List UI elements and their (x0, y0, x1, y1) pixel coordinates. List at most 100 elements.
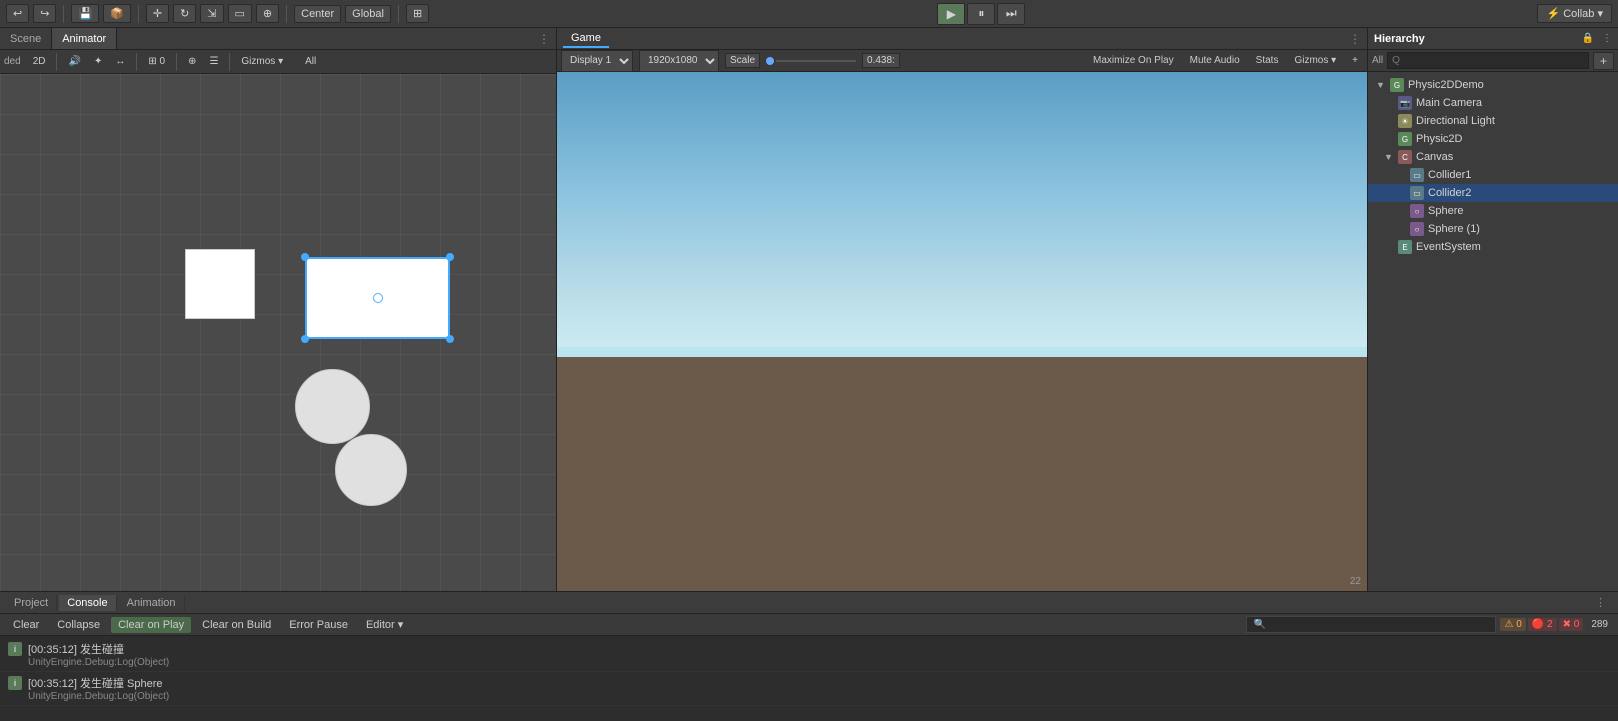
toolbar-sep-1 (63, 5, 64, 23)
badge-errors2: ✖ 0 (1559, 618, 1584, 631)
tab-animation[interactable]: Animation (119, 595, 185, 611)
console-search-area: ⚠ 0 🔴 2 ✖ 0 289 (414, 616, 1612, 633)
game-viewport[interactable]: 22 (557, 72, 1367, 591)
game-tab-bar: Game ⋮ (557, 28, 1367, 50)
scene-circle-2[interactable] (335, 434, 407, 506)
console-icon-1: i (8, 676, 22, 690)
resolution-select[interactable]: 1920x1080 (639, 50, 719, 72)
hierarchy-add-btn[interactable]: + (1593, 52, 1614, 70)
handle-br[interactable] (446, 335, 454, 343)
redo-button[interactable]: ↪ (33, 4, 56, 23)
hierarchy-more[interactable]: ⋮ (1602, 33, 1612, 44)
save-button[interactable]: 💾 (71, 4, 99, 23)
hierarchy-lock-icon[interactable]: 🔒 (1582, 33, 1594, 44)
console-clear-build-btn[interactable]: Clear on Build (195, 617, 278, 633)
play-button[interactable]: ▶ (937, 3, 965, 25)
count-badge: 289 (1587, 618, 1612, 631)
scene-circle-1[interactable] (295, 369, 370, 444)
console-search-input[interactable] (1246, 616, 1496, 633)
game-gizmos-btn[interactable]: Gizmos ▾ (1289, 53, 1341, 68)
undo-button[interactable]: ↩ (6, 4, 29, 23)
scene-2d-btn[interactable]: 2D (28, 54, 51, 69)
bottom-tab-bar: Project Console Animation ⋮ (0, 592, 1618, 614)
scene-square-obj[interactable] (185, 249, 255, 319)
scene-gizmos-btn[interactable]: Gizmos ▾ (236, 54, 288, 69)
hierarchy-item-physic2ddemo[interactable]: ▼ G Physic2DDemo (1368, 76, 1618, 94)
hierarchy-item-sphere1[interactable]: ○ Sphere (1) (1368, 220, 1618, 238)
step-button[interactable]: ⏭ (997, 3, 1025, 25)
scale-tool[interactable]: ⇲ (200, 4, 223, 23)
build-button[interactable]: 📦 (103, 4, 131, 23)
hierarchy-item-eventsystem[interactable]: E EventSystem (1368, 238, 1618, 256)
scene-nav-btn[interactable]: ↔ (110, 54, 130, 69)
transform-tool[interactable]: ⊕ (256, 4, 279, 23)
hierarchy-item-main-camera[interactable]: 📷 Main Camera (1368, 94, 1618, 112)
console-entry-0[interactable]: i [00:35:12] 发生碰撞 UnityEngine.Debug:Log(… (0, 638, 1618, 672)
game-panel-more[interactable]: ⋮ (1349, 32, 1361, 46)
handle-bl[interactable] (301, 335, 309, 343)
hierarchy-search-input[interactable] (1387, 52, 1589, 69)
scale-track[interactable] (776, 60, 856, 62)
scale-label: Scale (725, 53, 760, 68)
console-editor-btn[interactable]: Editor ▾ (359, 616, 410, 633)
handle-tr[interactable] (446, 253, 454, 261)
mute-btn[interactable]: Mute Audio (1185, 53, 1245, 68)
console-clear-btn[interactable]: Clear (6, 617, 46, 633)
bottom-panel: Project Console Animation ⋮ Clear Collap… (0, 591, 1618, 721)
console-content: i [00:35:12] 发生碰撞 UnityEngine.Debug:Log(… (0, 636, 1618, 721)
fps-counter: 22 (1350, 576, 1361, 587)
toolbar-sep-4 (398, 5, 399, 23)
tab-animator[interactable]: Animator (52, 28, 117, 49)
scene-layer-btn[interactable]: ☰ (204, 54, 223, 69)
scene-canvas[interactable] (0, 74, 556, 591)
move-tool[interactable]: ✛ (146, 4, 169, 23)
maximize-btn[interactable]: Maximize On Play (1088, 53, 1179, 68)
scene-sep-4 (229, 53, 230, 71)
game-sky (557, 72, 1367, 383)
collab-button[interactable]: ⚡ Collab ▾ (1537, 4, 1612, 23)
scene-snap-btn[interactable]: ⊕ (183, 54, 201, 69)
global-button[interactable]: Global (345, 5, 391, 23)
console-collapse-btn[interactable]: Collapse (50, 617, 107, 633)
eventsystem-icon: E (1398, 240, 1412, 254)
tab-scene[interactable]: Scene (0, 28, 52, 49)
pause-button[interactable]: ⏸ (967, 3, 995, 25)
hierarchy-item-physic2d[interactable]: G Physic2D (1368, 130, 1618, 148)
scale-knob (766, 57, 774, 65)
console-badges: ⚠ 0 🔴 2 ✖ 0 (1500, 618, 1583, 631)
physic2ddemo-icon: G (1390, 78, 1404, 92)
stats-btn[interactable]: Stats (1251, 53, 1284, 68)
tab-game[interactable]: Game (563, 30, 609, 48)
scene-rect-selected[interactable] (305, 257, 450, 339)
console-clear-play-btn[interactable]: Clear on Play (111, 617, 191, 633)
hierarchy-item-collider2[interactable]: ▭ Collider2 (1368, 184, 1618, 202)
physic2d-icon: G (1398, 132, 1412, 146)
scene-panel-more[interactable]: ⋮ (532, 32, 556, 46)
game-add-btn[interactable]: + (1347, 53, 1363, 68)
collider1-icon: ▭ (1410, 168, 1424, 182)
display-select[interactable]: Display 1 (561, 50, 633, 72)
tab-console[interactable]: Console (59, 595, 116, 611)
scene-audio-btn[interactable]: 🔊 (63, 54, 85, 69)
bottom-more[interactable]: ⋮ (1589, 596, 1612, 609)
scene-fx-btn[interactable]: ✦ (89, 54, 107, 69)
sphere-icon: ○ (1410, 204, 1424, 218)
scene-grid-btn[interactable]: ⊞ 0 (143, 54, 170, 69)
hierarchy-tab-label[interactable]: Hierarchy (1374, 33, 1425, 45)
grid-button[interactable]: ⊞ (406, 4, 429, 23)
handle-tl[interactable] (301, 253, 309, 261)
scene-all-btn[interactable]: All (300, 54, 321, 69)
hierarchy-tab-bar: Hierarchy 🔒 ⋮ (1368, 28, 1618, 50)
rect-tool[interactable]: ▭ (228, 4, 252, 23)
console-entry-1[interactable]: i [00:35:12] 发生碰撞 Sphere UnityEngine.Deb… (0, 672, 1618, 706)
hierarchy-item-collider1[interactable]: ▭ Collider1 (1368, 166, 1618, 184)
hierarchy-item-sphere[interactable]: ○ Sphere (1368, 202, 1618, 220)
rotate-tool[interactable]: ↻ (173, 4, 196, 23)
hierarchy-search-label: All (1372, 55, 1383, 66)
console-error-pause-btn[interactable]: Error Pause (282, 617, 355, 633)
game-toolbar: Display 1 1920x1080 Scale 0.438: Maximiz… (557, 50, 1367, 72)
tab-project[interactable]: Project (6, 595, 57, 611)
hierarchy-item-canvas[interactable]: ▼ C Canvas (1368, 148, 1618, 166)
hierarchy-item-directional-light[interactable]: ☀ Directional Light (1368, 112, 1618, 130)
center-button[interactable]: Center (294, 5, 341, 23)
